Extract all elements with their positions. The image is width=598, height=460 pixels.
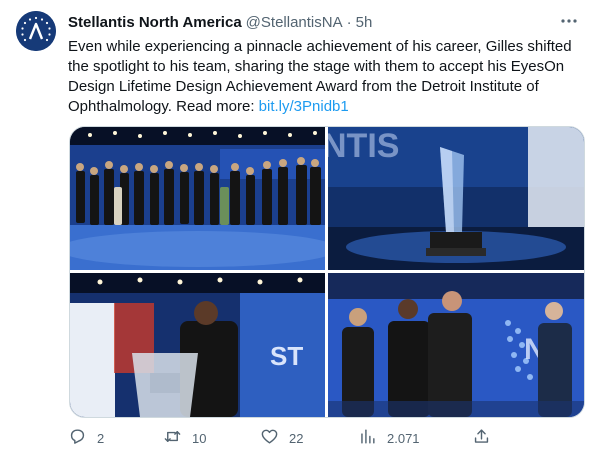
author-name[interactable]: Stellantis North America <box>68 14 242 31</box>
author-handle[interactable]: @StellantisNA <box>246 14 343 31</box>
share-icon <box>472 427 491 449</box>
tweet-actions: 2 10 22 2.071 <box>68 425 498 451</box>
retweet-count: 10 <box>192 430 207 446</box>
heart-icon <box>260 427 279 449</box>
photo-speaker-at-podium[interactable]: ST <box>70 273 325 417</box>
separator-dot: · <box>346 13 352 31</box>
photo-brand-text-top: NTIS <box>328 127 399 165</box>
retweet-button[interactable]: 10 <box>163 425 206 451</box>
tweet-link[interactable]: bit.ly/3Pnidb1 <box>259 98 349 115</box>
tweet-time[interactable]: 5h <box>356 14 373 31</box>
photo-group-on-stage[interactable] <box>70 127 325 270</box>
reply-icon <box>68 427 87 449</box>
tweet-header: Stellantis North America @StellantisNA ·… <box>68 12 372 32</box>
photo-brand-text-bottom: ST <box>270 341 303 371</box>
tweet-text: Even while experiencing a pinnacle achie… <box>68 37 584 117</box>
reply-count: 2 <box>97 430 105 446</box>
photo-trophy[interactable]: NTIS <box>328 127 584 270</box>
like-count: 22 <box>289 430 304 446</box>
views-count: 2.071 <box>387 430 420 446</box>
reply-button[interactable]: 2 <box>68 425 104 451</box>
retweet-icon <box>163 427 182 449</box>
share-button[interactable] <box>472 425 491 451</box>
stellantis-logo-icon[interactable] <box>16 11 56 51</box>
tweet[interactable]: Stellantis North America @StellantisNA ·… <box>0 0 598 460</box>
media-grid: NTIS ST N <box>69 126 585 418</box>
views-icon <box>358 427 377 449</box>
views-button[interactable]: 2.071 <box>358 425 420 451</box>
more-horizontal-icon[interactable] <box>558 10 580 32</box>
photo-celebration[interactable]: N <box>328 273 584 417</box>
like-button[interactable]: 22 <box>260 425 303 451</box>
